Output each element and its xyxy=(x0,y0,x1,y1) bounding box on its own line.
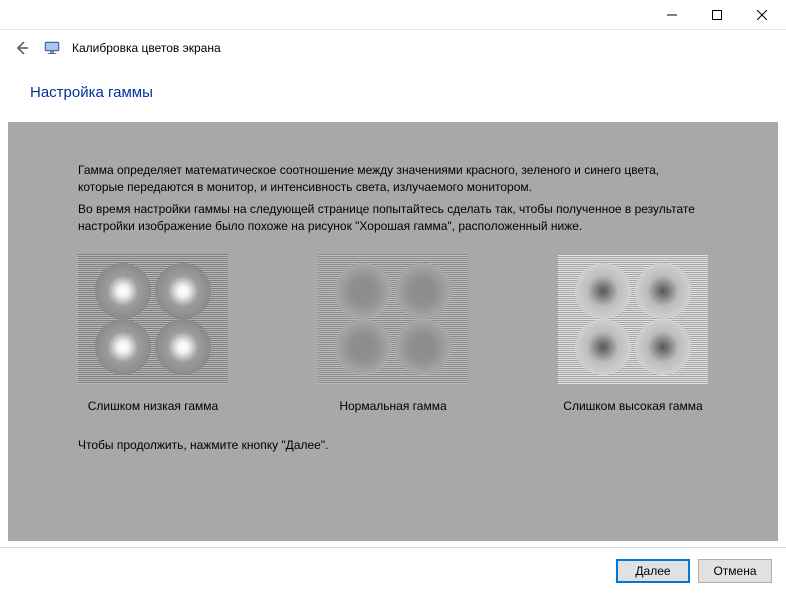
gamma-sample-low: Слишком низкая гамма xyxy=(78,254,228,415)
description-paragraph-1: Гамма определяет математическое соотноше… xyxy=(78,162,708,197)
gamma-low-label: Слишком низкая гамма xyxy=(88,398,218,415)
gamma-low-image xyxy=(78,254,228,384)
cancel-button-label: Отмена xyxy=(713,564,756,578)
minimize-button[interactable] xyxy=(649,1,694,29)
description-paragraph-2: Во время настройки гаммы на следующей ст… xyxy=(78,201,708,236)
gamma-normal-image xyxy=(318,254,468,384)
gamma-high-label: Слишком высокая гамма xyxy=(563,398,702,415)
next-button-label: Далее xyxy=(635,564,670,578)
app-title: Калибровка цветов экрана xyxy=(72,41,221,55)
next-button[interactable]: Далее xyxy=(616,559,690,583)
content-panel: Гамма определяет математическое соотноше… xyxy=(8,122,778,541)
gamma-samples-row: Слишком низкая гамма xyxy=(78,254,708,415)
gamma-sample-high: Слишком высокая гамма xyxy=(558,254,708,415)
monitor-icon xyxy=(44,40,60,56)
gamma-high-image xyxy=(558,254,708,384)
wizard-header: Калибровка цветов экрана xyxy=(0,30,786,66)
close-button[interactable] xyxy=(739,1,784,29)
gamma-normal-label: Нормальная гамма xyxy=(339,398,446,415)
back-button[interactable] xyxy=(12,38,32,58)
window-titlebar xyxy=(0,0,786,30)
continue-hint: Чтобы продолжить, нажмите кнопку "Далее"… xyxy=(78,437,708,454)
maximize-button[interactable] xyxy=(694,1,739,29)
wizard-footer: Далее Отмена xyxy=(0,547,786,593)
page-title: Настройка гаммы xyxy=(0,66,786,119)
cancel-button[interactable]: Отмена xyxy=(698,559,772,583)
gamma-sample-normal: Нормальная гамма xyxy=(318,254,468,415)
